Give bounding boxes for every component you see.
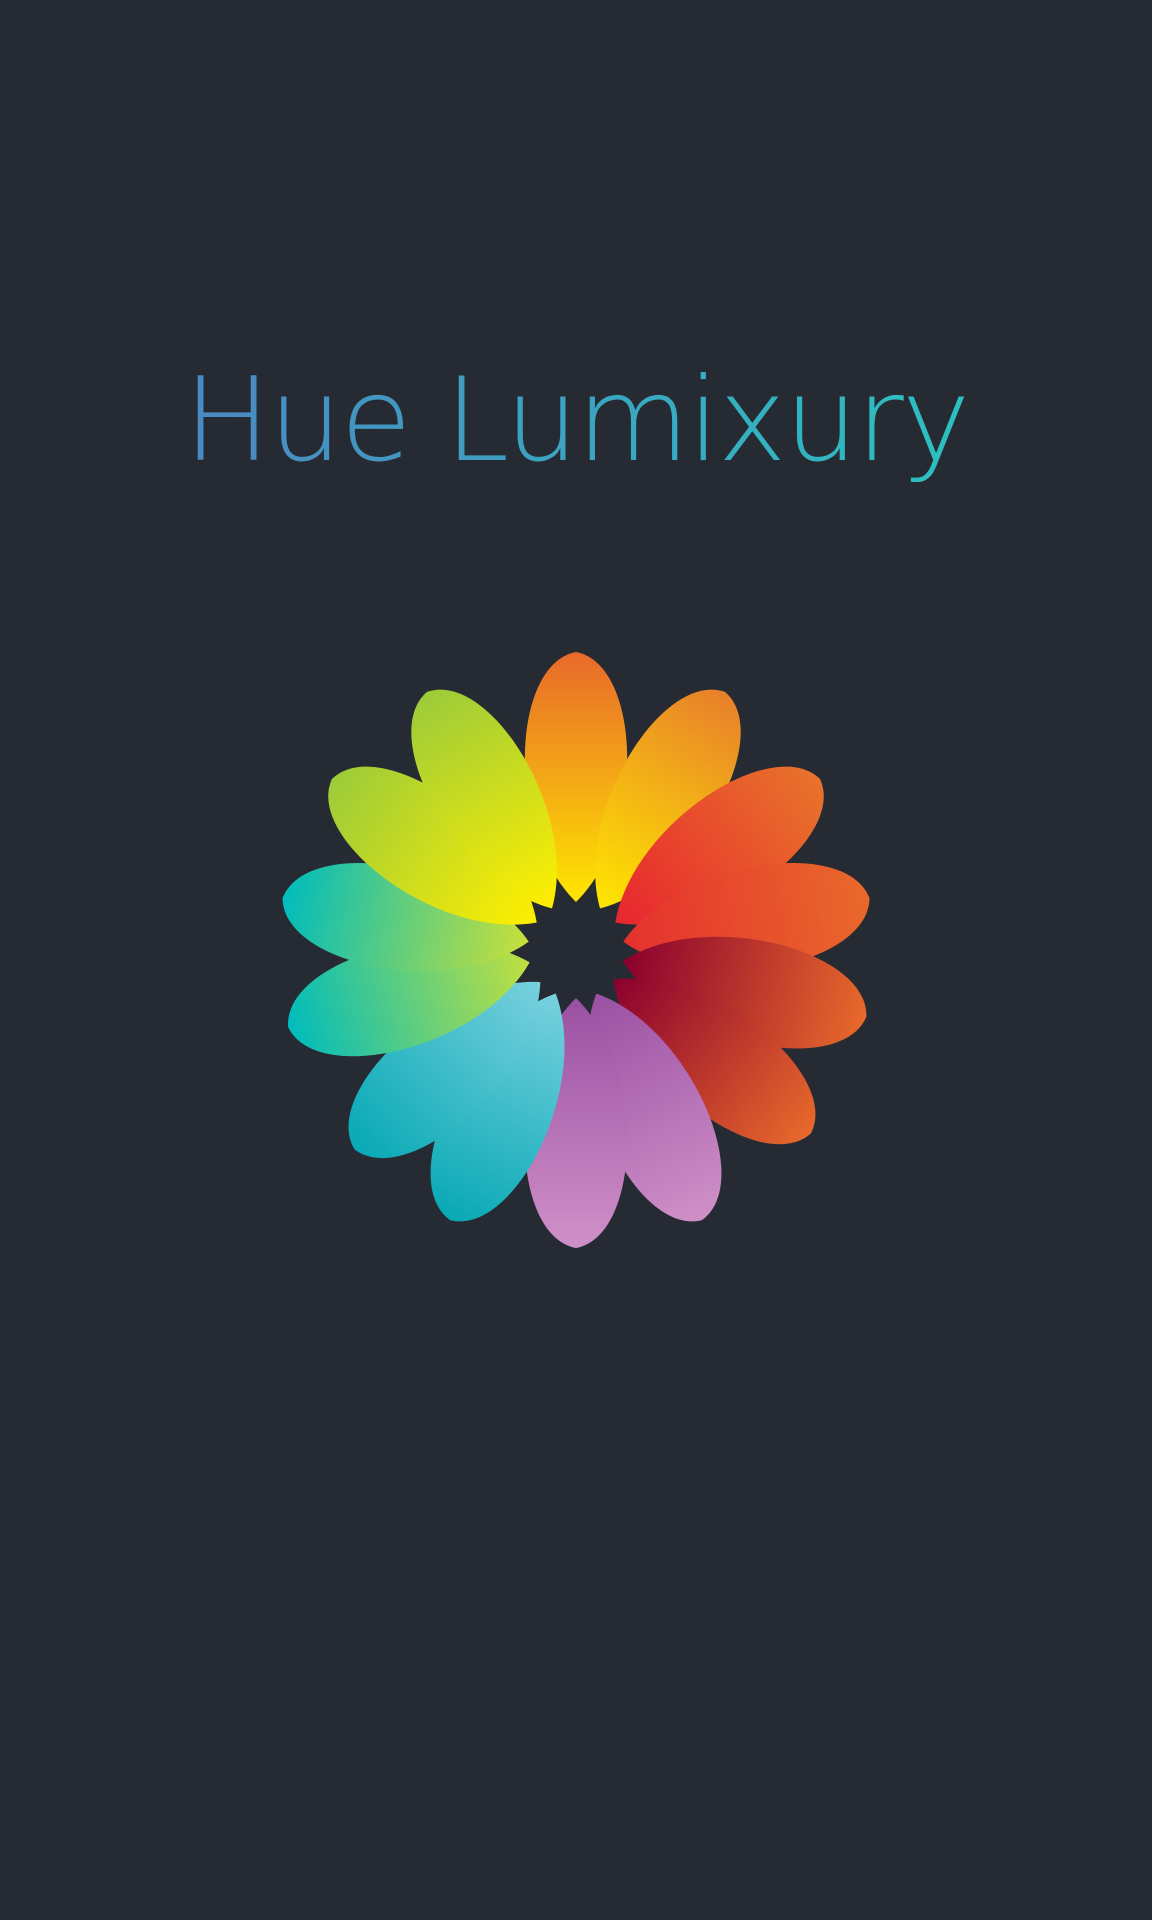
flower-logo-svg (282, 652, 870, 1248)
app-title: Hue Lumixury (184, 353, 969, 488)
app-title-svg: Hue Lumixury (184, 353, 971, 488)
flower-logo-icon (226, 604, 926, 1304)
app-title-block: Hue Lumixury (0, 340, 1152, 500)
splash-screen: Hue Lumixury (0, 0, 1152, 1920)
